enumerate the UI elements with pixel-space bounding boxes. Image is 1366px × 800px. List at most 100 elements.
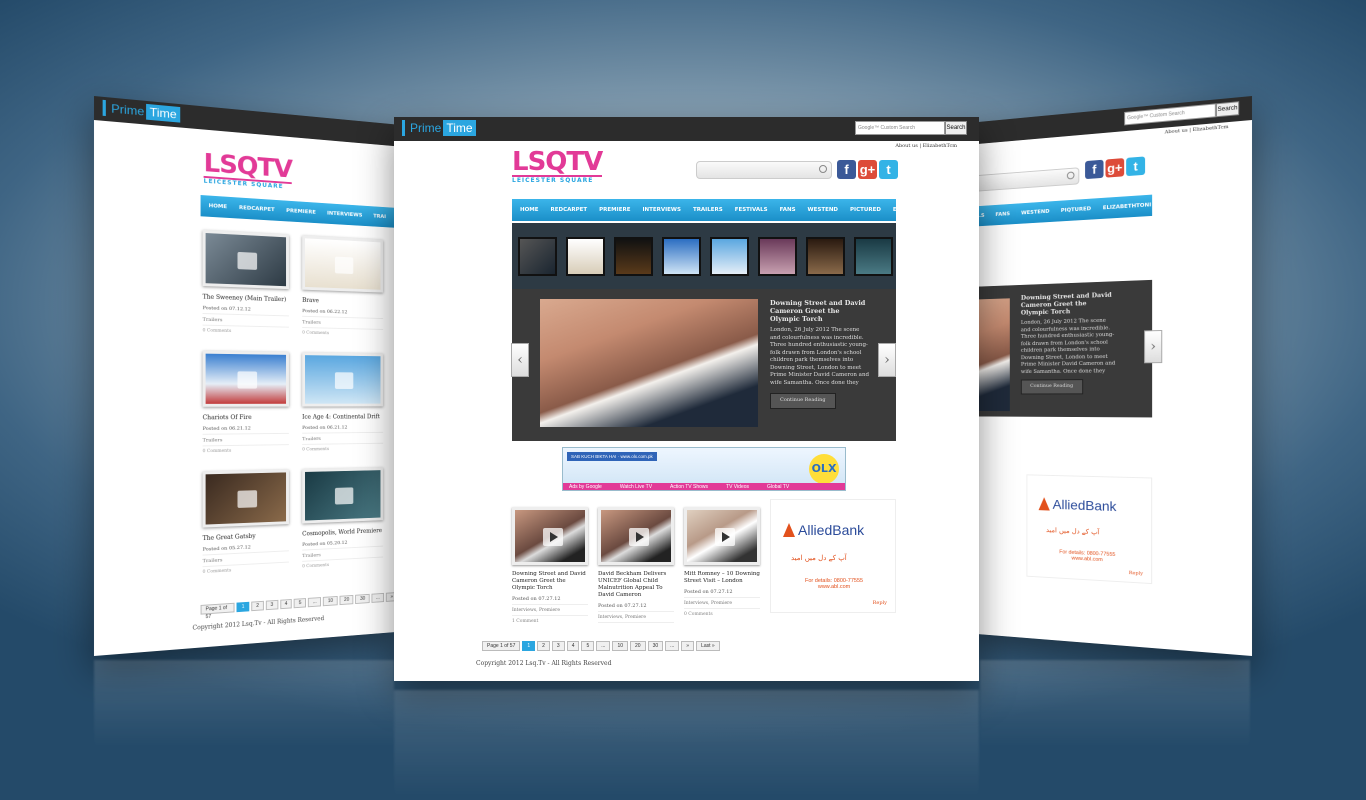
post-thumbnail[interactable] xyxy=(202,229,289,290)
google-plus-icon[interactable]: g+ xyxy=(858,160,877,179)
nav-item[interactable]: FANS xyxy=(995,211,1010,217)
post-title[interactable]: The Sweeney (Main Trailer) xyxy=(203,294,289,304)
post-comments[interactable]: 0 Comments xyxy=(684,612,760,617)
feature-title[interactable]: Downing Street and David Cameron Greet t… xyxy=(1021,291,1116,317)
nav-item-premiere[interactable]: PREMIERE xyxy=(599,207,630,213)
nav-item[interactable]: TRAI xyxy=(373,214,386,220)
nav-item[interactable]: ELIZABETHTONI xyxy=(1103,202,1152,211)
right-google-search-input[interactable]: Google™ Custom Search xyxy=(1124,103,1216,126)
post-thumbnail[interactable] xyxy=(684,507,760,565)
nav-item-festivals[interactable]: FESTIVALS xyxy=(735,207,768,213)
right-site-search-input[interactable] xyxy=(968,167,1080,193)
facebook-icon[interactable]: f xyxy=(1085,159,1104,180)
nav-item-interviews[interactable]: INTERVIEWS xyxy=(642,207,680,213)
post-thumbnail[interactable] xyxy=(202,350,289,407)
nav-item-home[interactable]: HOME xyxy=(520,207,539,213)
nav-item[interactable]: PIQTURED xyxy=(1061,206,1091,214)
nav-item-elizabethtoni[interactable]: ELIZABETHTONI xyxy=(893,207,942,213)
post-comments[interactable]: 0 Comments xyxy=(302,560,383,569)
nav-item[interactable]: WESTEND xyxy=(1021,209,1049,216)
post-category[interactable]: Trailers xyxy=(302,319,384,330)
ad-link[interactable]: Global TV xyxy=(767,484,789,490)
post-title[interactable]: Downing Street and David Cameron Greet t… xyxy=(512,571,588,592)
feature-title[interactable]: Downing Street and David Cameron Greet t… xyxy=(770,299,870,323)
post-title[interactable]: Chariots Of Fire xyxy=(203,414,289,421)
carousel-thumb[interactable] xyxy=(758,236,797,276)
search-icon[interactable] xyxy=(819,165,827,173)
nav-item-westend[interactable]: WESTEND xyxy=(808,207,838,213)
page-link[interactable]: 2 xyxy=(251,600,264,612)
page-link[interactable]: 3 xyxy=(265,599,279,611)
slider-next-arrow[interactable]: › xyxy=(878,343,896,377)
page-link[interactable]: 5 xyxy=(294,598,307,609)
page-link[interactable]: 30 xyxy=(647,641,664,651)
left-brand-logo[interactable]: Prime Time xyxy=(102,99,180,123)
carousel-thumb[interactable] xyxy=(518,236,557,276)
carousel-thumb[interactable] xyxy=(662,236,701,276)
nav-item-fans[interactable]: FANS xyxy=(780,207,796,213)
post-title[interactable]: Brave xyxy=(302,297,383,306)
grid-post[interactable]: Chariots Of Fire Posted on 06.21.12 Trai… xyxy=(202,350,289,454)
carousel-thumb[interactable] xyxy=(854,236,893,276)
post-title[interactable]: The Great Gatsby xyxy=(203,532,289,542)
page-link[interactable]: 20 xyxy=(339,594,354,606)
nav-item[interactable]: HOME xyxy=(209,203,227,210)
post-comments[interactable]: 0 Comments xyxy=(203,565,289,575)
carousel-thumb[interactable] xyxy=(614,236,653,276)
post-categories[interactable]: Interviews, Premiere xyxy=(598,615,674,623)
site-search-input[interactable] xyxy=(696,161,832,179)
site-logo[interactable]: LSQTV LEICESTER SQUARE xyxy=(512,149,603,184)
ad-link[interactable]: Action TV Shows xyxy=(670,484,708,490)
ad-link[interactable]: Ads by Google xyxy=(569,484,602,490)
olx-ad-banner[interactable]: SAB KUCH BIKTA HAI · www.olx.com.pk OLX … xyxy=(562,447,846,491)
right-google-search-button[interactable]: Search xyxy=(1215,101,1240,118)
post-thumbnail[interactable] xyxy=(302,352,384,407)
page-link[interactable]: 1 xyxy=(236,601,250,613)
post-category[interactable]: Trailers xyxy=(202,436,289,447)
post-card[interactable]: Downing Street and David Cameron Greet t… xyxy=(512,507,588,624)
page-link[interactable]: 3 xyxy=(551,641,565,651)
nav-item-trailers[interactable]: TRAILERS xyxy=(693,207,723,213)
feature-image[interactable] xyxy=(540,299,758,427)
allied-reply[interactable]: Reply xyxy=(873,600,887,606)
post-title[interactable]: Ice Age 4: Continental Drift xyxy=(302,414,383,421)
page-link[interactable]: 10 xyxy=(612,641,628,651)
carousel-thumb[interactable] xyxy=(710,236,749,276)
post-category[interactable]: Trailers xyxy=(302,435,384,445)
post-thumbnail[interactable] xyxy=(202,469,289,528)
continue-reading-button[interactable]: Continue Reading xyxy=(770,393,836,409)
nav-item[interactable]: PREMIERE xyxy=(286,208,316,215)
post-card[interactable]: Mitt Romney – 10 Downing Street Visit – … xyxy=(684,507,760,624)
page-link[interactable]: 2 xyxy=(537,641,550,651)
last-page-link[interactable]: Last » xyxy=(696,641,720,651)
post-comments[interactable]: 0 Comments xyxy=(302,331,383,337)
carousel-thumb[interactable] xyxy=(566,236,605,276)
page-link-current[interactable]: 1 xyxy=(522,641,536,651)
post-comments[interactable]: 0 Comments xyxy=(203,448,289,454)
right-slider-next-arrow[interactable]: › xyxy=(1144,330,1163,364)
grid-post[interactable]: Cosmopolis, World Premiere Posted on 05.… xyxy=(302,467,384,569)
search-icon[interactable] xyxy=(1066,171,1075,180)
page-link[interactable]: 4 xyxy=(566,641,580,651)
page-link[interactable]: 30 xyxy=(355,593,370,604)
post-category[interactable]: Trailers xyxy=(202,316,289,328)
top-links[interactable]: About us | ElizabethTcm xyxy=(895,143,957,149)
grid-post[interactable]: The Sweeney (Main Trailer) Posted on 07.… xyxy=(202,229,289,335)
brand-logo[interactable]: Prime Time xyxy=(402,120,476,136)
right-allied-ad[interactable]: AlliedBank آپ کے دل میں امید For details… xyxy=(1026,474,1153,585)
page-link[interactable]: 20 xyxy=(630,641,646,651)
left-site-logo[interactable]: LSQTV LEICESTER SQUARE xyxy=(203,149,293,191)
slider-prev-arrow[interactable]: ‹ xyxy=(511,343,529,377)
google-plus-icon[interactable]: g+ xyxy=(1105,158,1125,178)
carousel-thumb[interactable] xyxy=(806,236,845,276)
allied-bank-ad[interactable]: AlliedBank آپ کے دل میں امید For details… xyxy=(770,499,896,613)
post-categories[interactable]: Interviews, Premiere xyxy=(684,601,760,609)
twitter-icon[interactable]: t xyxy=(879,160,898,179)
ad-link[interactable]: TV Videos xyxy=(726,484,749,490)
next-page-link[interactable]: » xyxy=(681,641,695,651)
post-thumbnail[interactable] xyxy=(512,507,588,565)
post-card[interactable]: David Beckham Delivers UNICEF Global Chi… xyxy=(598,507,674,624)
post-comments[interactable]: 0 Comments xyxy=(302,446,383,452)
twitter-icon[interactable]: t xyxy=(1126,156,1146,177)
continue-reading-button[interactable]: Continue Reading xyxy=(1020,379,1083,394)
